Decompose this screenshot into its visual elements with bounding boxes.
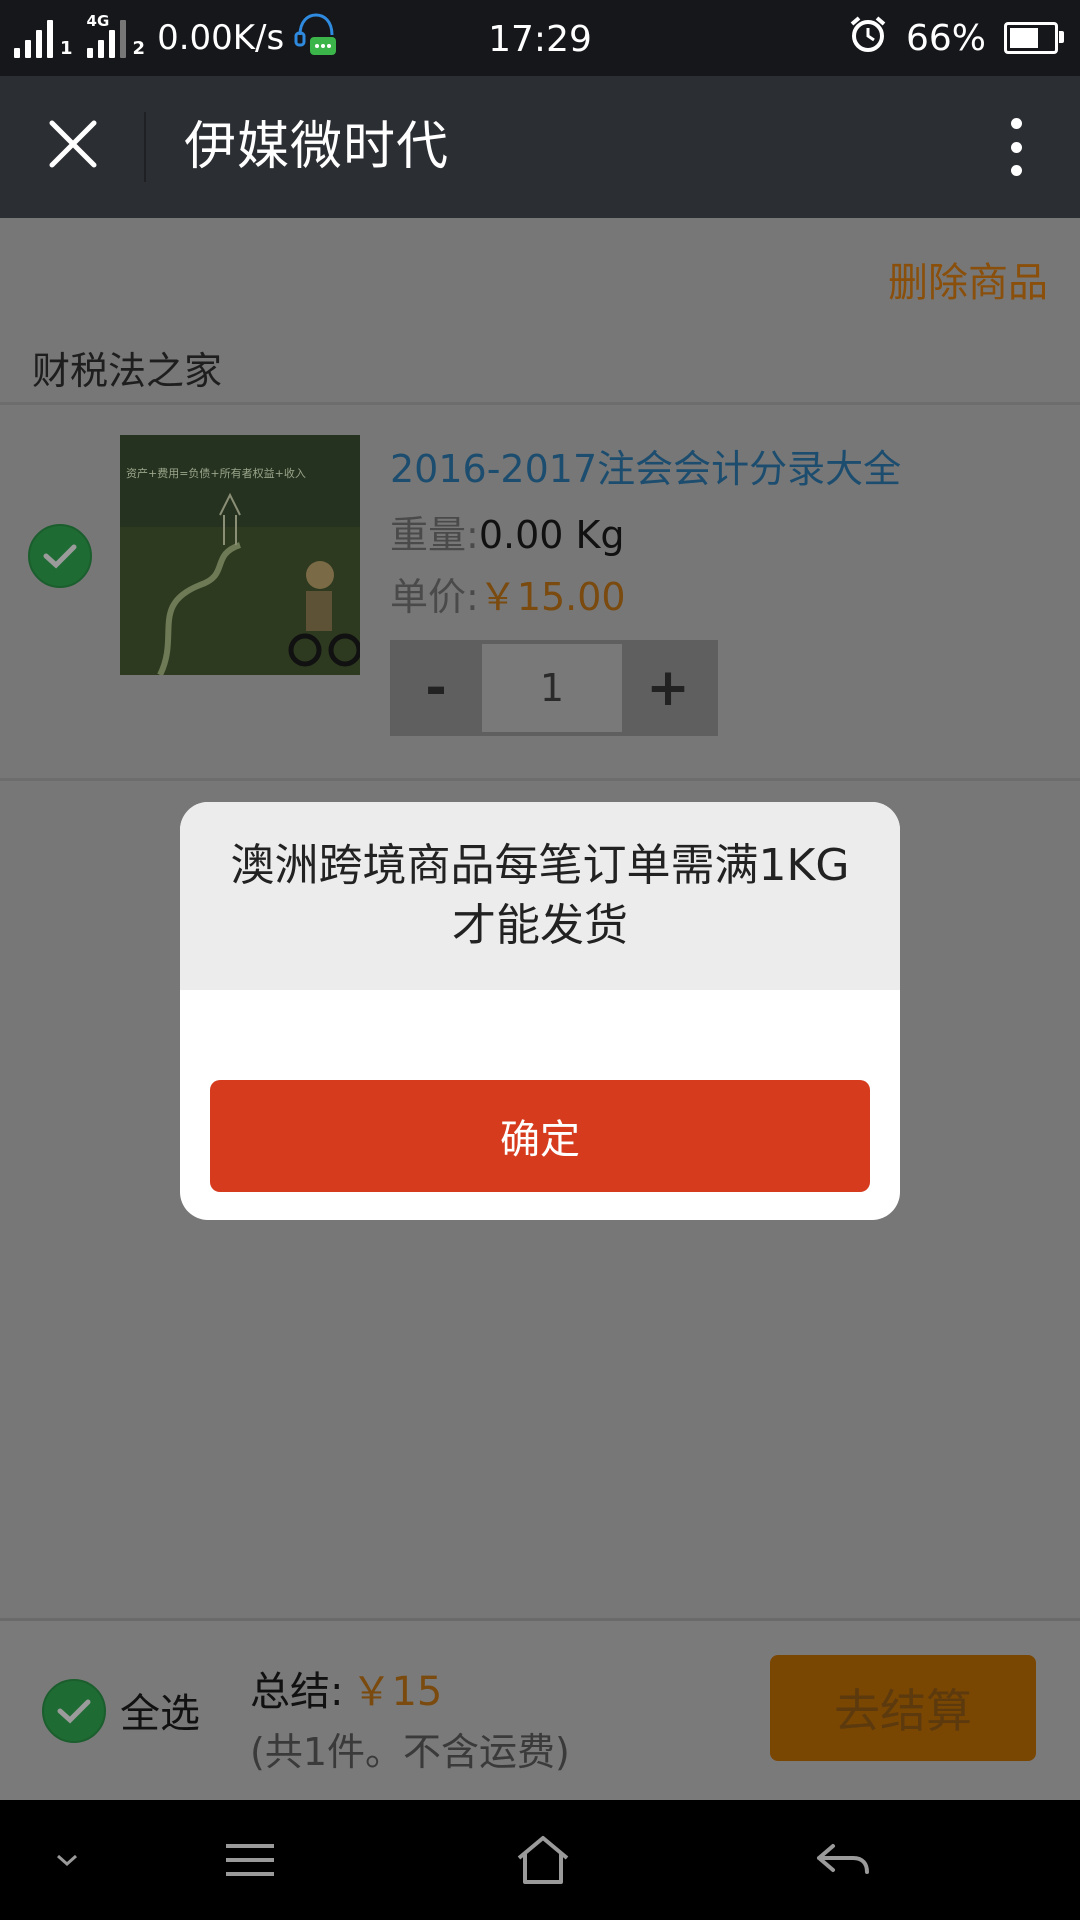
product-thumbnail[interactable]: 资产+费用=负债+所有者权益+收入 [120, 435, 360, 675]
title-divider [144, 112, 146, 182]
more-dot-icon [1010, 141, 1022, 153]
product-price: 单价:￥15.00 [390, 566, 626, 621]
select-all-label[interactable]: 全选 [120, 1681, 200, 1739]
chat-notification-icon [294, 11, 338, 65]
sim1-label: 1 [60, 38, 73, 59]
status-bar: 1 4G 2 0.00K/s 17:29 66% [0, 0, 1080, 76]
divider [0, 778, 1080, 781]
page-title: 伊媒微时代 [184, 117, 450, 177]
total-amount: ￥15 [351, 1669, 443, 1715]
signal-sim1-icon: 1 [14, 18, 73, 58]
dialog-message: 澳洲跨境商品每笔订单需满1KG才能发货 [180, 802, 900, 990]
status-left: 1 4G 2 0.00K/s [14, 10, 338, 66]
total-summary: 总结: ￥15 [250, 1659, 442, 1717]
alert-dialog: 澳洲跨境商品每笔订单需满1KG才能发货 确定 [180, 802, 900, 1220]
battery-fill [1010, 28, 1038, 48]
more-dot-icon [1010, 118, 1022, 129]
increase-button[interactable]: + [622, 640, 714, 736]
back-arrow-icon [817, 1844, 869, 1874]
more-dot-icon [1010, 165, 1022, 176]
home-button[interactable] [500, 1820, 586, 1900]
shop-name: 财税法之家 [32, 349, 223, 393]
battery-percent: 66% [905, 17, 986, 59]
menu-icon [226, 1844, 274, 1876]
price-label: 单价: [390, 575, 479, 619]
select-all-checkbox[interactable] [42, 1679, 106, 1743]
close-icon [49, 120, 97, 168]
total-label: 总结: [250, 1669, 344, 1715]
checkmark-icon [57, 1699, 91, 1724]
divider [0, 402, 1080, 405]
checkmark-icon [43, 544, 77, 569]
net-speed: 0.00K/s [157, 18, 285, 58]
quantity-input[interactable]: 1 [482, 644, 622, 732]
total-note: (共1件。不含运费) [250, 1730, 570, 1774]
confirm-button[interactable]: 确定 [210, 1080, 870, 1192]
checkout-bar: 全选 总结: ￥15 (共1件。不含运费) 去结算 [0, 1618, 1080, 1803]
close-button[interactable] [38, 109, 108, 179]
chevron-down-icon [57, 1854, 77, 1867]
price-value: ￥15.00 [478, 575, 626, 619]
signal-sim2-icon: 4G 2 [86, 12, 146, 59]
home-icon [517, 1836, 569, 1884]
weight-value: 0.00 Kg [478, 513, 625, 557]
menu-button[interactable] [210, 1820, 290, 1900]
weight-label: 重量: [390, 513, 479, 557]
system-nav-bar [0, 1800, 1080, 1920]
more-menu-button[interactable] [996, 112, 1036, 182]
product-weight: 重量:0.00 Kg [390, 504, 625, 559]
battery-icon [1004, 22, 1064, 54]
product-thumbnail-caption: 资产+费用=负债+所有者权益+收入 [126, 467, 306, 480]
collapse-nav-button[interactable] [40, 1820, 94, 1900]
checkout-button[interactable]: 去结算 [770, 1655, 1036, 1761]
status-right: 66% [848, 0, 1064, 76]
alarm-icon [848, 14, 888, 63]
delete-items-link[interactable]: 删除商品 [888, 250, 1048, 308]
back-button[interactable] [800, 1820, 886, 1900]
item-checkbox[interactable] [28, 524, 92, 588]
decrease-button[interactable]: - [390, 640, 482, 736]
network-type-label: 4G [86, 12, 110, 30]
product-title[interactable]: 2016-2017注会会计分录大全 [390, 438, 901, 493]
quantity-stepper: - 1 + [390, 640, 718, 736]
sim2-label: 2 [132, 38, 146, 59]
title-bar: 伊媒微时代 [0, 76, 1080, 218]
